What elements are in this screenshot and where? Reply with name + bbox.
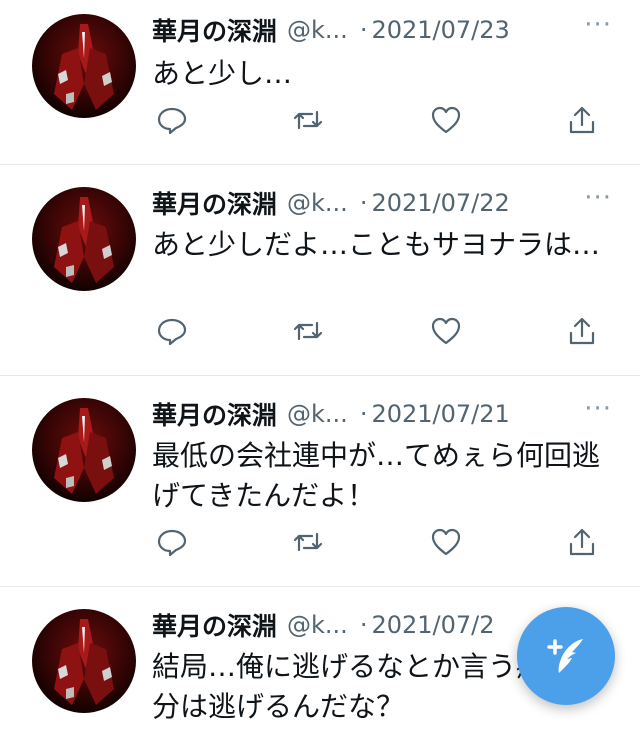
- separator: ·: [359, 611, 368, 639]
- reply-button[interactable]: [152, 522, 192, 562]
- display-name[interactable]: 華月の深淵: [152, 396, 277, 432]
- reply-icon: [157, 529, 187, 557]
- compose-tweet-button[interactable]: [517, 607, 615, 705]
- display-name[interactable]: 華月の深淵: [152, 185, 277, 221]
- retweet-icon: [293, 110, 323, 130]
- avatar-image: [54, 619, 114, 705]
- reply-button[interactable]: [152, 100, 192, 140]
- avatar-image: [54, 408, 114, 494]
- avatar[interactable]: [32, 14, 136, 118]
- more-icon[interactable]: ···: [584, 10, 612, 40]
- tweet-date[interactable]: 2021/07/2: [371, 611, 494, 639]
- reply-icon: [157, 107, 187, 135]
- avatar[interactable]: [32, 187, 136, 291]
- tweet[interactable]: 華月の深淵 @k... · 2021/07/22 ··· あと少しだよ…こともサ…: [0, 165, 640, 376]
- tweet-header: 華月の深淵 @k... · 2021/07/23 ···: [152, 10, 612, 50]
- share-icon: [569, 528, 595, 556]
- tweet-date[interactable]: 2021/07/22: [371, 189, 509, 217]
- tweet-text: あと少し…: [152, 57, 293, 90]
- heart-icon: [431, 106, 461, 134]
- separator: ·: [359, 189, 368, 217]
- tweet-text: 最低の会社連中が…てめぇら何回逃げてきたんだよ！: [152, 439, 601, 512]
- share-icon: [569, 317, 595, 345]
- heart-icon: [431, 528, 461, 556]
- tweet-header: 華月の深淵 @k... · 2021/07/21 ···: [152, 394, 612, 434]
- tweet-date[interactable]: 2021/07/21: [371, 400, 509, 428]
- reply-icon: [157, 318, 187, 346]
- tweet[interactable]: 華月の深淵 @k... · 2021/07/23 ··· あと少し…: [0, 0, 640, 165]
- share-button[interactable]: [562, 100, 602, 140]
- display-name[interactable]: 華月の深淵: [152, 607, 277, 643]
- compose-tweet-icon: [547, 639, 583, 673]
- separator: ·: [359, 400, 368, 428]
- share-icon: [569, 106, 595, 134]
- retweet-icon: [293, 532, 323, 552]
- retweet-button[interactable]: [288, 100, 328, 140]
- user-handle[interactable]: @k...: [287, 400, 348, 428]
- more-icon[interactable]: ···: [584, 183, 612, 213]
- avatar-image: [54, 24, 114, 110]
- user-handle[interactable]: @k...: [287, 189, 348, 217]
- tweet-actions: [152, 100, 610, 140]
- avatar[interactable]: [32, 609, 136, 713]
- tweet[interactable]: 華月の深淵 @k... · 2021/07/21 ··· 最低の会社連中が…てめ…: [0, 376, 640, 587]
- share-button[interactable]: [562, 522, 602, 562]
- heart-icon: [431, 317, 461, 345]
- like-button[interactable]: [426, 522, 466, 562]
- tweet-actions: [152, 311, 610, 351]
- share-button[interactable]: [562, 311, 602, 351]
- tweet-date[interactable]: 2021/07/23: [371, 16, 509, 44]
- reply-button[interactable]: [152, 311, 192, 351]
- retweet-button[interactable]: [288, 311, 328, 351]
- retweet-button[interactable]: [288, 522, 328, 562]
- like-button[interactable]: [426, 311, 466, 351]
- user-handle[interactable]: @k...: [287, 611, 348, 639]
- tweet-header: 華月の深淵 @k... · 2021/07/22 ···: [152, 183, 612, 223]
- avatar-image: [54, 197, 114, 283]
- tweet-text: あと少しだよ…こともサヨナラは…: [152, 228, 601, 261]
- separator: ·: [359, 16, 368, 44]
- avatar[interactable]: [32, 398, 136, 502]
- like-button[interactable]: [426, 100, 466, 140]
- retweet-icon: [293, 321, 323, 341]
- tweet-actions: [152, 522, 610, 562]
- more-icon[interactable]: ···: [584, 394, 612, 424]
- display-name[interactable]: 華月の深淵: [152, 12, 277, 48]
- user-handle[interactable]: @k...: [287, 16, 348, 44]
